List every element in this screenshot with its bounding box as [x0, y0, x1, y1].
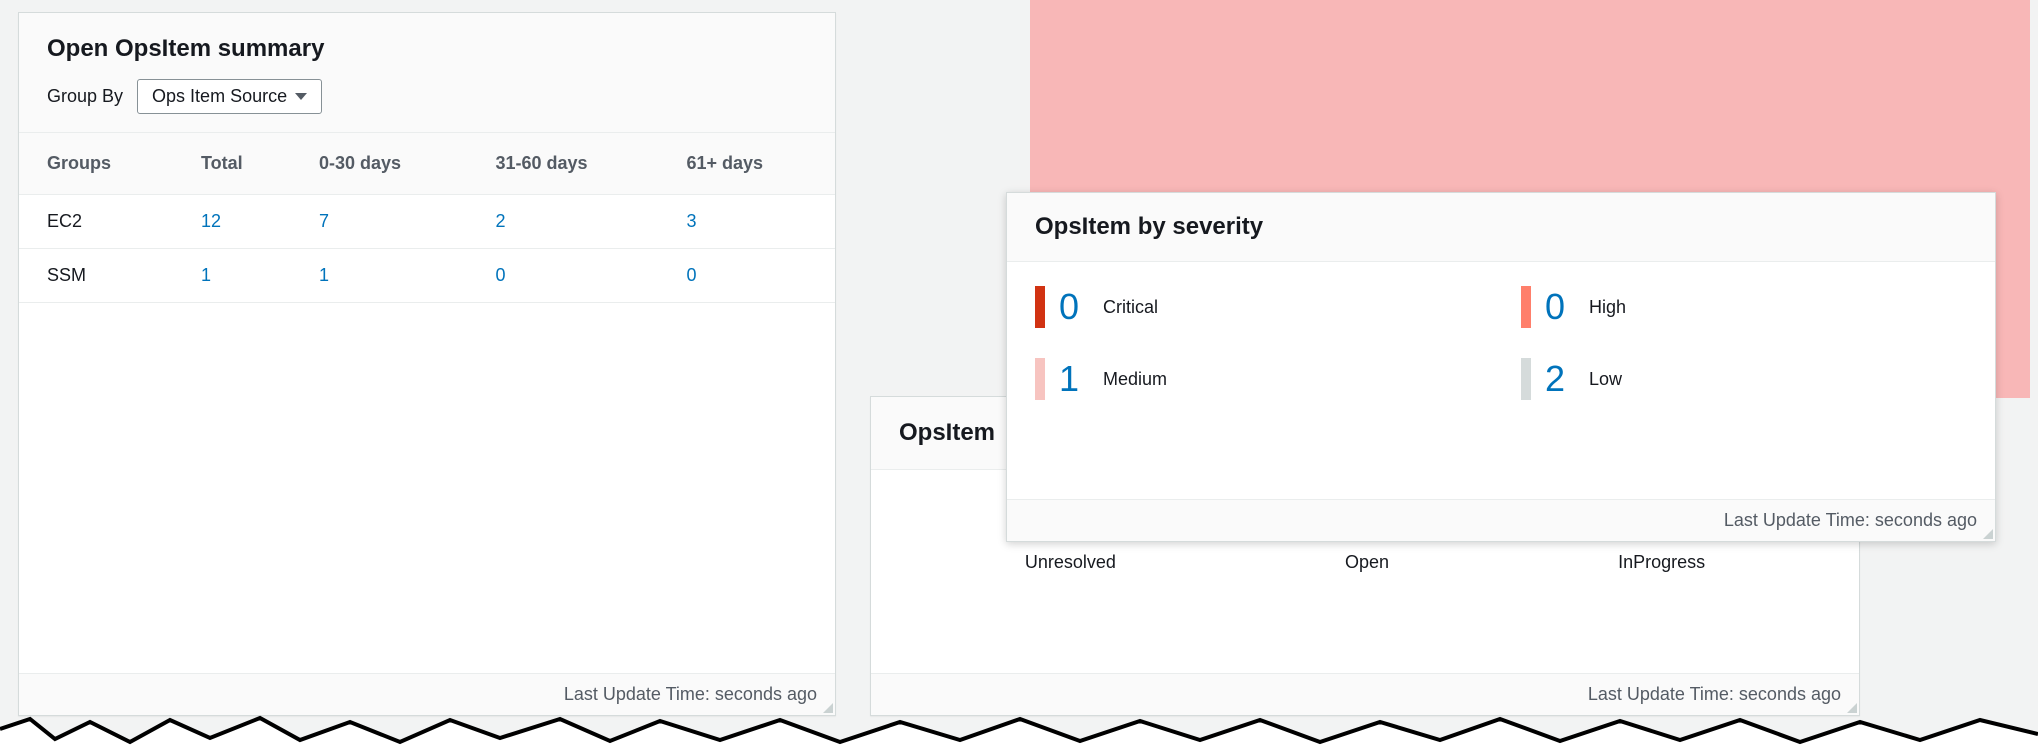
severity-label: Medium — [1103, 369, 1167, 390]
link-61plus[interactable]: 3 — [686, 211, 696, 231]
panel-title: OpsItem by severity — [1035, 213, 1967, 241]
panel-footer: Last Update Time: seconds ago — [19, 673, 835, 715]
torn-edge-decoration — [0, 714, 2038, 754]
link-total[interactable]: 12 — [201, 211, 221, 231]
group-by-selected: Ops Item Source — [152, 86, 287, 107]
severity-item-critical: 0 Critical — [1035, 286, 1481, 328]
link-31-60[interactable]: 2 — [495, 211, 505, 231]
severity-label: Critical — [1103, 297, 1158, 318]
last-update-text: Last Update Time: seconds ago — [1724, 510, 1977, 530]
link-total[interactable]: 1 — [201, 265, 211, 285]
severity-bar-icon — [1521, 286, 1531, 328]
link-61plus[interactable]: 0 — [686, 265, 696, 285]
link-0-30[interactable]: 7 — [319, 211, 329, 231]
table-header-row: Groups Total 0-30 days 31-60 days 61+ da… — [19, 133, 835, 195]
caret-down-icon — [295, 93, 307, 100]
opsitem-severity-panel: OpsItem by severity 0 Critical 0 High 1 … — [1006, 192, 1996, 542]
cell-group: EC2 — [19, 195, 181, 249]
resize-handle-icon[interactable] — [821, 701, 833, 713]
link-0-30[interactable]: 1 — [319, 265, 329, 285]
status-label: Unresolved — [1025, 552, 1116, 573]
severity-count[interactable]: 0 — [1545, 286, 1575, 328]
group-by-dropdown[interactable]: Ops Item Source — [137, 79, 322, 114]
resize-handle-icon[interactable] — [1845, 701, 1857, 713]
severity-grid: 0 Critical 0 High 1 Medium 2 Low — [1007, 262, 1995, 410]
severity-bar-icon — [1035, 358, 1045, 400]
severity-item-low: 2 Low — [1521, 358, 1967, 400]
col-groups: Groups — [19, 133, 181, 195]
severity-count[interactable]: 0 — [1059, 286, 1089, 328]
col-31-60: 31-60 days — [475, 133, 666, 195]
last-update-text: Last Update Time: seconds ago — [564, 684, 817, 704]
link-31-60[interactable]: 0 — [495, 265, 505, 285]
col-61plus: 61+ days — [666, 133, 835, 195]
panel-footer: Last Update Time: seconds ago — [1007, 499, 1995, 541]
col-total: Total — [181, 133, 299, 195]
table-row: SSM 1 1 0 0 — [19, 249, 835, 303]
panel-header: Open OpsItem summary Group By Ops Item S… — [19, 13, 835, 133]
severity-count[interactable]: 2 — [1545, 358, 1575, 400]
severity-label: High — [1589, 297, 1626, 318]
col-0-30: 0-30 days — [299, 133, 475, 195]
panel-title: Open OpsItem summary — [47, 35, 807, 63]
severity-bar-icon — [1521, 358, 1531, 400]
group-by-label: Group By — [47, 86, 123, 107]
last-update-text: Last Update Time: seconds ago — [1588, 684, 1841, 704]
summary-table: Groups Total 0-30 days 31-60 days 61+ da… — [19, 133, 835, 303]
severity-bar-icon — [1035, 286, 1045, 328]
resize-handle-icon[interactable] — [1981, 527, 1993, 539]
severity-count[interactable]: 1 — [1059, 358, 1089, 400]
severity-item-high: 0 High — [1521, 286, 1967, 328]
table-row: EC2 12 7 2 3 — [19, 195, 835, 249]
panel-header: OpsItem by severity — [1007, 193, 1995, 262]
panel-footer: Last Update Time: seconds ago — [871, 673, 1859, 715]
opsitem-summary-panel: Open OpsItem summary Group By Ops Item S… — [18, 12, 836, 716]
severity-label: Low — [1589, 369, 1622, 390]
cell-group: SSM — [19, 249, 181, 303]
severity-item-medium: 1 Medium — [1035, 358, 1481, 400]
status-label: Open — [1344, 552, 1391, 573]
group-by-row: Group By Ops Item Source — [47, 79, 807, 114]
status-label: InProgress — [1618, 552, 1705, 573]
